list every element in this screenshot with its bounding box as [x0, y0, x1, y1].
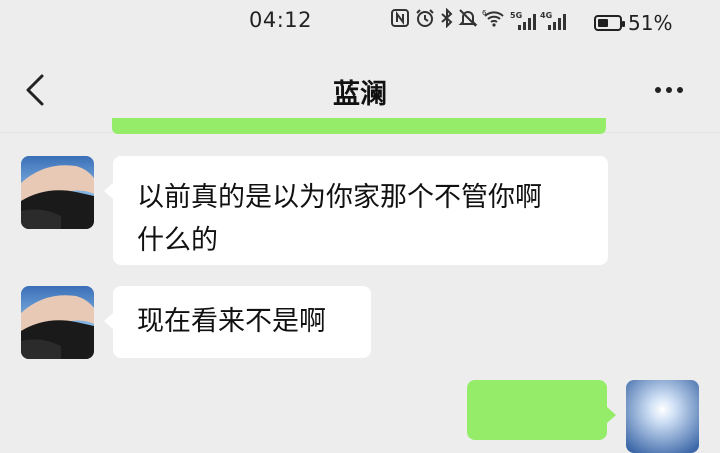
- self-avatar[interactable]: [626, 380, 699, 453]
- status-time: 04:12: [249, 8, 313, 32]
- more-dot-icon: [677, 87, 683, 93]
- contact-avatar[interactable]: [21, 286, 94, 359]
- status-icons: 6 5G 4G: [390, 7, 566, 35]
- chat-title: 蓝澜: [333, 79, 387, 110]
- svg-text:6: 6: [482, 9, 487, 17]
- avatar-image: [626, 380, 699, 453]
- previous-message-bubble[interactable]: [112, 118, 606, 134]
- battery-percent: 51%: [628, 11, 673, 35]
- message-text-line: 以前真的是以为你家那个不管你啊: [137, 182, 542, 213]
- contact-avatar[interactable]: [21, 156, 94, 229]
- battery-fill: [598, 19, 608, 27]
- more-options-button[interactable]: [648, 80, 690, 100]
- status-bar: 04:12 6 5G 4G 51%: [0, 0, 720, 42]
- bluetooth-icon: [440, 7, 454, 35]
- message-text-line: 现在看来不是啊: [137, 306, 326, 337]
- mute-icon: [458, 8, 478, 35]
- avatar-image: [21, 156, 94, 229]
- alarm-icon: [414, 8, 436, 35]
- avatar-image: [21, 286, 94, 359]
- message-bubble[interactable]: 以前真的是以为你家那个不管你啊 什么的: [104, 156, 608, 265]
- signal-5g-icon: 5G: [510, 10, 536, 32]
- wifi-6-icon: 6: [482, 8, 506, 35]
- signal-4g-icon: 4G: [540, 10, 566, 32]
- more-dot-icon: [655, 87, 661, 93]
- battery-indicator: 51%: [594, 11, 672, 35]
- chat-header: 蓝澜: [0, 52, 720, 128]
- message-bubble[interactable]: 现在看来不是啊: [104, 286, 371, 358]
- battery-icon: [594, 15, 625, 31]
- nfc-icon: [390, 8, 410, 35]
- message-text-line: 什么的: [137, 225, 218, 256]
- more-dot-icon: [666, 87, 672, 93]
- self-message-bubble[interactable]: [467, 380, 616, 440]
